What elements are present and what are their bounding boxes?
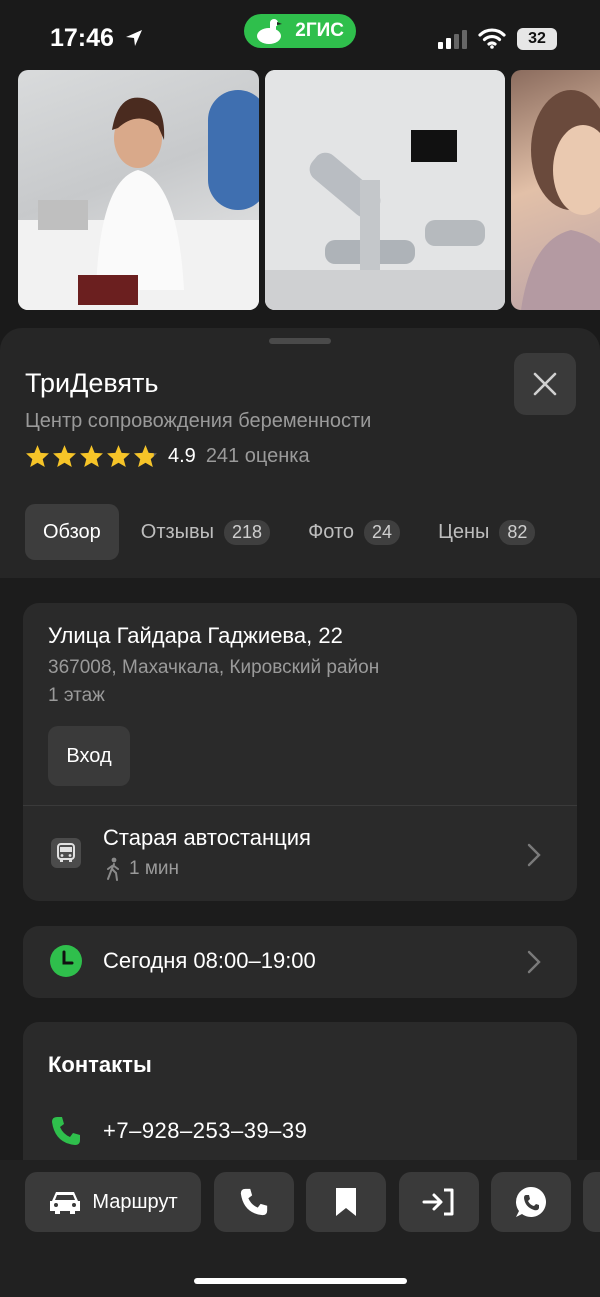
enter-button[interactable] [399, 1172, 479, 1232]
app-brand-badge[interactable]: 2ГИС [244, 14, 356, 48]
brand-label: 2ГИС [295, 20, 344, 41]
home-indicator[interactable] [194, 1278, 407, 1284]
star-half-icon [134, 445, 157, 467]
rating-stars [25, 444, 158, 468]
tab-count-badge: 24 [364, 519, 401, 545]
more-actions-button[interactable] [583, 1172, 600, 1232]
wifi-icon [478, 28, 506, 49]
cellular-signal-icon [438, 30, 467, 49]
tab-photos[interactable]: Фото 24 [308, 504, 401, 560]
divider [23, 805, 577, 806]
rating-count: 241 оценка [205, 444, 310, 467]
bottom-action-bar: Маршрут [0, 1160, 600, 1297]
route-label: Маршрут [92, 1190, 178, 1213]
clinic-room-photo[interactable] [265, 70, 505, 310]
walk-time-text: 1 мин [129, 858, 180, 879]
walking-person-icon [107, 857, 119, 881]
rating-row[interactable]: 4.9 241 оценка [25, 444, 310, 468]
tab-label: Цены [438, 520, 490, 543]
tab-label: Обзор [43, 520, 101, 543]
tab-label: Фото [308, 520, 355, 543]
place-category: Центр сопровождения беременности [25, 410, 372, 432]
phone-icon [52, 1117, 80, 1145]
chevron-right-icon [527, 843, 541, 867]
star-icon [107, 445, 130, 467]
entrance-button[interactable]: Вход [48, 726, 130, 786]
tab-reviews[interactable]: Отзывы 218 [140, 504, 271, 560]
photo-carousel[interactable] [18, 70, 600, 312]
bookmark-icon [336, 1188, 356, 1216]
status-bar: 17:46 2ГИС 32 [0, 0, 600, 64]
hours-card[interactable]: Сегодня 08:00–19:00 [23, 926, 577, 998]
walk-time: 1 мин [105, 857, 179, 881]
goose-logo-icon [257, 19, 282, 44]
place-card-sheet: ТриДевять Центр сопровождения беременнос… [0, 328, 600, 1297]
tab-prices[interactable]: Цены 82 [438, 504, 536, 560]
doctor-photo[interactable] [18, 70, 259, 310]
tab-label: Отзывы [140, 520, 215, 543]
battery-indicator: 32 [517, 28, 557, 50]
whatsapp-icon [516, 1187, 546, 1217]
star-icon [26, 445, 49, 467]
tab-count-badge: 218 [224, 519, 271, 545]
place-title: ТриДевять [25, 368, 159, 398]
woman-portrait-photo[interactable] [511, 70, 600, 310]
tab-count-badge: 82 [499, 519, 536, 545]
clock-icon [50, 945, 82, 977]
address-city: 367008, Махачкала, Кировский район [48, 657, 380, 678]
star-icon [80, 445, 103, 467]
address-street[interactable]: Улица Гайдара Гаджиева, 22 [48, 623, 343, 649]
enter-icon [422, 1188, 454, 1216]
tab-bar: Обзор Отзывы 218 Фото 24 Цены 82 [25, 504, 600, 560]
close-icon [533, 372, 557, 396]
sheet-grabber-handle[interactable] [269, 338, 331, 344]
rating-value: 4.9 [168, 444, 196, 467]
chevron-right-icon [527, 950, 541, 974]
whatsapp-button[interactable] [491, 1172, 571, 1232]
car-icon [50, 1192, 81, 1214]
location-arrow-icon [126, 30, 142, 46]
status-time: 17:46 [50, 24, 114, 52]
contacts-heading: Контакты [48, 1052, 152, 1077]
star-icon [53, 445, 76, 467]
bookmark-button[interactable] [306, 1172, 386, 1232]
phone-icon [240, 1188, 268, 1216]
tab-overview[interactable]: Обзор [25, 504, 119, 560]
address-floor: 1 этаж [48, 685, 105, 706]
phone-number[interactable]: +7‒928‒253‒39‒39 [103, 1118, 307, 1144]
call-button[interactable] [214, 1172, 294, 1232]
address-card: Улица Гайдара Гаджиева, 22 367008, Махач… [23, 603, 577, 901]
hours-text: Сегодня 08:00–19:00 [103, 948, 316, 973]
bus-icon [51, 838, 81, 868]
route-button[interactable]: Маршрут [25, 1172, 201, 1232]
transit-stop-name: Старая автостанция [103, 825, 311, 850]
close-button[interactable] [514, 353, 576, 415]
